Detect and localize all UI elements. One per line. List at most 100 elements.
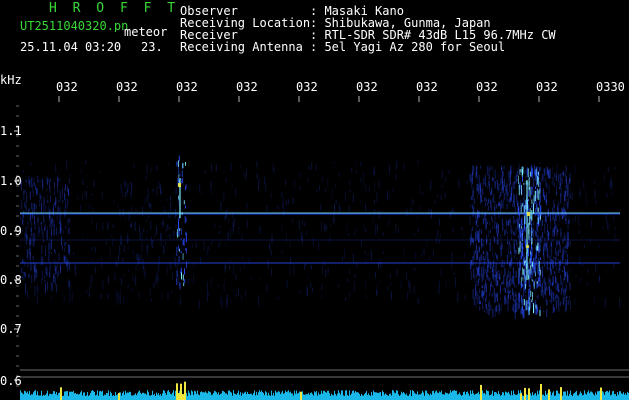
baseline-power-bar [449,393,450,400]
noise-speck [504,229,506,236]
noise-speck [489,293,491,296]
noise-speck [101,264,103,269]
baseline-power-bar [537,390,538,400]
noise-speck [266,283,268,293]
noise-speck [544,284,546,295]
baseline-power-bar [93,391,94,400]
noise-speck [37,232,39,238]
noise-speck [292,197,294,204]
baseline-power-bar [27,391,28,400]
noise-speck [503,275,505,285]
baseline-power-bar [552,392,553,400]
noise-speck [559,245,561,253]
meteor-echo-streak [524,260,526,263]
baseline-power-bar [254,390,255,400]
meteor-echo-streak [185,162,186,166]
noise-speck [199,183,201,193]
baseline-power-bar [470,390,471,400]
noise-speck [485,268,487,274]
noise-speck [23,276,25,281]
noise-speck [508,245,509,254]
noise-speck [131,183,133,193]
baseline-power-bar [464,391,465,400]
noise-speck [466,180,468,184]
noise-speck [448,170,450,175]
noise-speck [507,281,509,290]
meteor-echo-streak [528,297,530,308]
noise-speck [497,280,499,287]
noise-speck [558,201,560,206]
noise-speck [516,202,518,208]
noise-speck [479,273,481,276]
baseline-power-bar [558,393,559,400]
noise-speck [472,207,474,216]
baseline-power-bar [296,390,297,400]
noise-speck [256,164,258,169]
noise-speck [156,165,158,171]
baseline-power-bar [486,390,487,400]
noise-speck [569,282,571,291]
baseline-power-bar [400,394,401,400]
baseline-power-bar [304,394,305,400]
meteor-echo-streak [531,168,533,177]
noise-speck [50,251,52,255]
noise-speck [495,263,497,270]
noise-speck [417,216,419,220]
meteor-echo-streak [539,167,541,172]
noise-speck [478,247,480,253]
noise-speck [498,308,500,315]
noise-speck [159,183,161,191]
noise-speck [477,224,479,228]
noise-speck [482,200,484,203]
noise-speck [522,297,524,303]
baseline-power-bar [455,390,456,400]
time-tick-label: 032 [116,81,138,93]
noise-speck [544,264,546,267]
baseline-power-bar [139,390,140,400]
baseline-power-bar [465,394,466,400]
noise-speck [533,229,535,233]
meteor-echo-streak [535,186,536,189]
noise-speck [272,162,274,171]
noise-speck [572,217,574,222]
baseline-power-bar [429,395,430,400]
noise-speck [54,189,56,196]
noise-speck [505,288,506,294]
noise-speck [49,179,50,189]
noise-speck [82,179,84,185]
baseline-power-bar [138,391,139,400]
noise-speck [474,220,476,223]
noise-speck [238,226,240,230]
meteor-echo-streak [178,218,180,223]
date-time: 25.11.04 03:20 [20,41,122,53]
noise-speck [75,273,77,276]
noise-speck [508,290,510,295]
baseline-power-bar [564,391,565,400]
noise-speck [546,287,548,291]
noise-speck [494,169,496,179]
noise-speck [24,201,26,208]
noise-speck [488,302,490,312]
baseline-power-bar [515,394,516,400]
noise-speck [333,214,335,224]
baseline-power-bar [380,392,381,400]
noise-speck [48,254,50,262]
noise-speck [177,203,179,206]
noise-speck [608,223,610,234]
noise-speck [440,269,442,275]
baseline-power-bar [535,393,536,400]
baseline-power-bar [555,395,556,400]
noise-speck [174,230,176,235]
noise-speck [405,271,407,281]
noise-speck [472,289,474,299]
noise-speck [478,265,480,271]
baseline-power-bar [105,395,106,400]
noise-speck [523,192,525,202]
noise-speck [473,198,475,205]
noise-speck [489,183,490,192]
noise-speck [510,295,512,300]
noise-speck [57,205,59,213]
noise-speck [298,220,300,230]
noise-speck [101,256,102,261]
baseline-power-bar [137,393,138,400]
